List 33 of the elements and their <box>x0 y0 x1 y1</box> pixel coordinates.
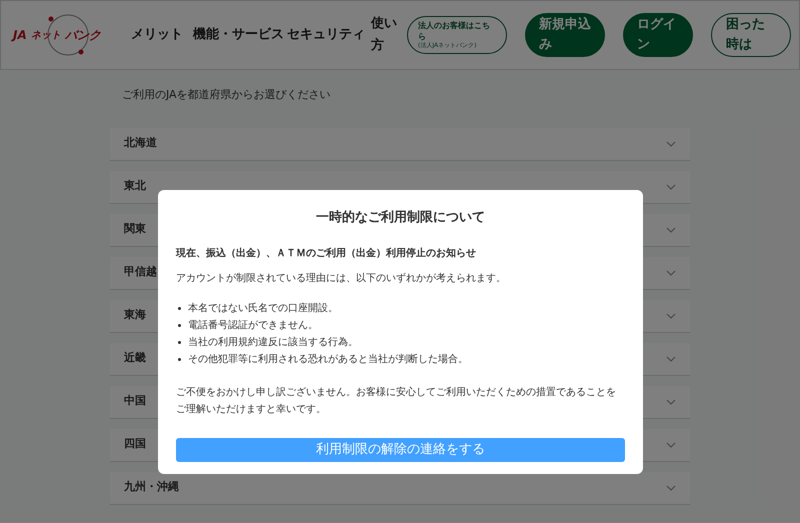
nav-link[interactable]: メリット <box>131 24 191 46</box>
bullet-icon <box>178 358 181 360</box>
reason-text: 当社の利用規約違反に該当する行為。 <box>188 336 358 350</box>
bullet-icon <box>178 306 181 310</box>
chevron-down-icon <box>666 356 676 362</box>
bullet-icon <box>178 324 181 326</box>
chevron-down-icon <box>666 484 676 490</box>
modal-title: 一時的なご利用制限について <box>315 209 486 227</box>
chevron-down-icon <box>666 270 676 276</box>
nav-link[interactable]: セキュリティ <box>287 24 369 46</box>
chevron-down-icon <box>666 312 676 318</box>
bullet-icon <box>178 340 181 344</box>
logo[interactable]: JA ネット バンク <box>13 12 123 58</box>
region-accordion[interactable]: 北海道 <box>110 128 690 160</box>
header-button[interactable]: 新規申込み <box>525 13 605 57</box>
nav-link[interactable]: 使い方 <box>371 13 405 57</box>
nav-link[interactable]: 機能・サービス <box>193 24 285 46</box>
chevron-down-icon <box>666 140 676 146</box>
chevron-down-icon <box>666 442 676 448</box>
reason-text: 本名ではない氏名での口座開設。 <box>188 302 338 316</box>
chevron-down-icon <box>666 184 676 190</box>
notice-heading: 現在、振込（出金）、ＡＴＭのご利用（出金）利用停止のお知らせ <box>176 246 477 260</box>
reason-text: 電話番号認証ができません。 <box>188 318 318 332</box>
header-button[interactable]: 困った時は <box>711 13 791 57</box>
prompt-text: ご利用のJAを都道府県からお選びください <box>121 87 332 103</box>
region-accordion[interactable]: 九州・沖縄 <box>110 472 690 504</box>
header-button[interactable]: ログイン <box>623 13 693 57</box>
contact-button[interactable]: 利用制限の解除の連絡をする <box>176 438 625 462</box>
chevron-down-icon <box>666 226 676 232</box>
reason-text: その他犯罪等に利用される恐れがあると当社が判断した場合。 <box>188 352 468 366</box>
intro-text: アカウントが制限されている理由には、以下のいずれかが考えられます。 <box>176 272 507 286</box>
apology-text: ご不便をおかけし申し訳ございません。お客様に安心してご利用いただくための措置であることをご理解いただけますと幸いです。 <box>176 386 617 416</box>
chevron-down-icon <box>666 398 676 404</box>
